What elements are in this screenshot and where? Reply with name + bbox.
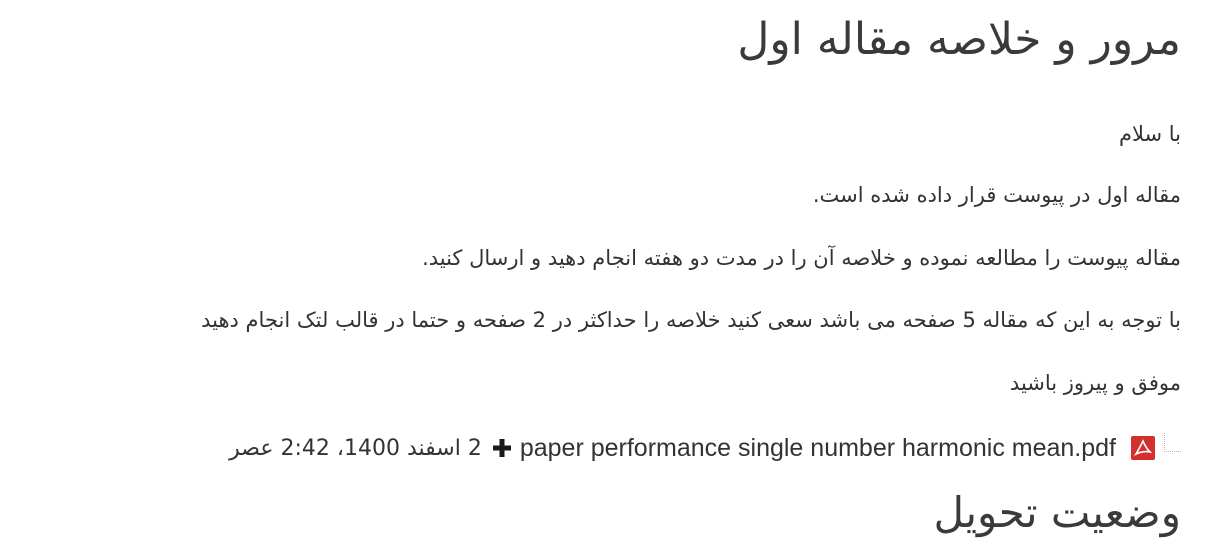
description-paragraph: مقاله پیوست را مطالعه نموده و خلاصه آن ر…	[422, 246, 1181, 270]
attachment-row: paper performance single number harmonic…	[229, 428, 1181, 468]
plus-icon[interactable]	[492, 438, 512, 458]
submission-status-heading: وضعیت تحویل	[933, 488, 1181, 537]
description-paragraph: با سلام	[1118, 122, 1181, 146]
description-paragraph: با توجه به این که مقاله 5 صفحه می باشد س…	[201, 308, 1181, 332]
assignment-page: مرور و خلاصه مقاله اول با سلام مقاله اول…	[30, 0, 1181, 557]
tree-connector	[1164, 432, 1181, 452]
attachment-date: 2 اسفند 1400، 2:42 عصر	[229, 435, 482, 461]
attachment-file-link[interactable]: paper performance single number harmonic…	[520, 434, 1116, 463]
page-title: مرور و خلاصه مقاله اول	[737, 14, 1181, 65]
description-paragraph: موفق و پیروز باشید	[1009, 371, 1181, 395]
pdf-file-icon	[1130, 435, 1156, 461]
description-paragraph: مقاله اول در پیوست قرار داده شده است.	[812, 183, 1181, 207]
